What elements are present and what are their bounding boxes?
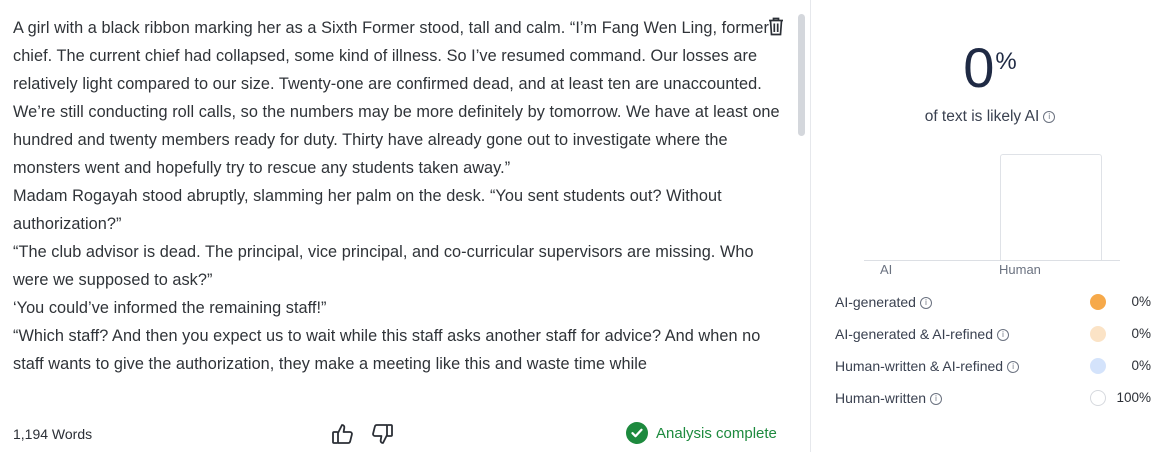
bar-human: [1000, 154, 1102, 260]
info-icon[interactable]: i: [1043, 110, 1056, 123]
likely-ai-caption: of text is likely AI i: [812, 108, 1168, 126]
legend-row-human-written: Human-written i 100%: [812, 382, 1168, 414]
info-icon[interactable]: i: [919, 297, 932, 310]
legend-dot: [1090, 390, 1106, 406]
paragraph: “Which staff? And then you expect us to …: [13, 327, 761, 373]
legend-dot: [1090, 358, 1106, 374]
trash-icon[interactable]: [765, 14, 787, 38]
ai-percentage: 0 %: [812, 38, 1168, 98]
chart-baseline: [864, 260, 1120, 261]
scrollbar-thumb[interactable]: [798, 14, 805, 136]
legend-value: 0%: [1131, 294, 1151, 309]
thumbs-down-icon[interactable]: [370, 422, 394, 446]
legend-value: 100%: [1116, 390, 1151, 405]
info-icon[interactable]: i: [1007, 361, 1020, 374]
ai-human-chart: AI Human: [864, 150, 1120, 280]
caption-text: of text is likely AI: [924, 108, 1040, 125]
legend-label: Human-written i: [835, 390, 943, 406]
paragraph: Madam Rogayah stood abruptly, slamming h…: [13, 187, 722, 233]
legend-value: 0%: [1131, 326, 1151, 341]
results-pane: 0 % of text is likely AI i AI Human AI-ge…: [812, 0, 1168, 452]
legend-label: AI-generated & AI-refined i: [835, 326, 1009, 342]
legend-value: 0%: [1131, 358, 1151, 373]
paragraph: “The club advisor is dead. The principal…: [13, 243, 754, 289]
word-count: 1,194 Words: [13, 426, 93, 442]
text-input-area[interactable]: A girl with a black ribbon marking her a…: [13, 14, 783, 404]
legend-label: AI-generated i: [835, 294, 932, 310]
legend-dot: [1090, 326, 1106, 342]
x-tick-ai: AI: [880, 262, 893, 277]
status-label: Analysis complete: [656, 424, 777, 442]
legend-row-ai-generated-ai-refined: AI-generated & AI-refined i 0%: [812, 318, 1168, 350]
x-tick-human: Human: [999, 262, 1041, 277]
legend-dot: [1090, 294, 1106, 310]
legend-row-human-written-ai-refined: Human-written & AI-refined i 0%: [812, 350, 1168, 382]
percent-value: 0: [963, 36, 995, 99]
editor-footer: 1,194 Words Analysis complete: [0, 412, 811, 452]
editor-pane: A girl with a black ribbon marking her a…: [0, 0, 811, 452]
info-icon[interactable]: i: [997, 329, 1009, 342]
percent-sign: %: [995, 48, 1017, 75]
thumbs-up-icon[interactable]: [331, 422, 355, 446]
check-circle-icon: [626, 422, 648, 444]
scrollbar[interactable]: [798, 14, 806, 404]
paragraph: A girl with a black ribbon marking her a…: [13, 19, 780, 177]
paragraph: ‘You could’ve informed the remaining sta…: [13, 299, 327, 317]
legend-label: Human-written & AI-refined i: [835, 358, 1020, 374]
legend-row-ai-generated: AI-generated i 0%: [812, 286, 1168, 318]
analysis-status: Analysis complete: [626, 422, 777, 444]
info-icon[interactable]: i: [930, 393, 943, 406]
